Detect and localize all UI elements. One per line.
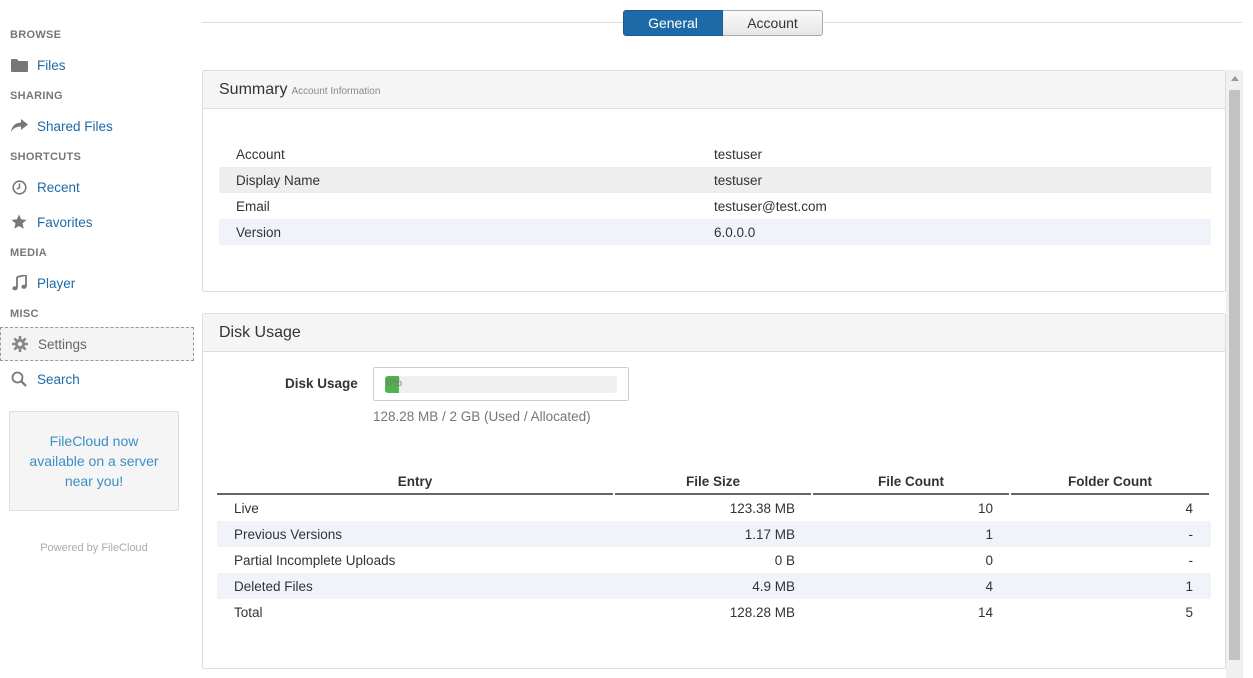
- info-key: Display Name: [236, 172, 321, 188]
- sidebar-item-label: Files: [37, 57, 66, 73]
- cell-file-size: 123.38 MB: [729, 500, 795, 516]
- cell-entry: Deleted Files: [234, 578, 313, 594]
- sidebar-item-label: Favorites: [37, 214, 93, 230]
- sidebar-item-files[interactable]: Files: [10, 51, 190, 79]
- tab-bar: General Account: [623, 10, 823, 36]
- section-browse: BROWSE: [10, 29, 62, 41]
- info-value: 6.0.0.0: [714, 224, 756, 240]
- column-header-folder-count[interactable]: Folder Count: [1011, 469, 1209, 495]
- cell-folder-count: -: [1188, 526, 1194, 542]
- sidebar-item-label: Recent: [37, 179, 80, 195]
- section-media: MEDIA: [10, 247, 47, 259]
- gear-icon: [11, 335, 29, 353]
- column-header-entry[interactable]: Entry: [217, 469, 613, 495]
- disk-usage-header: Disk Usage: [203, 314, 1225, 352]
- cell-folder-count: -: [1188, 552, 1194, 568]
- section-sharing: SHARING: [10, 90, 63, 102]
- info-key: Version: [236, 224, 282, 240]
- sidebar-item-search[interactable]: Search: [10, 365, 190, 393]
- promo-box[interactable]: FileCloud now available on a server near…: [9, 411, 179, 511]
- sidebar-item-label: Settings: [38, 336, 87, 352]
- cell-folder-count: 1: [1185, 578, 1193, 594]
- summary-header: Summary Account Information: [203, 71, 1225, 109]
- sidebar-item-label: Player: [37, 275, 76, 291]
- scrollbar[interactable]: [1226, 70, 1243, 678]
- info-key: Email: [236, 198, 270, 214]
- section-shortcuts: SHORTCUTS: [10, 151, 82, 163]
- disk-usage-panel: Disk Usage Disk Usage 6% 128.28 MB / 2 G…: [202, 313, 1226, 669]
- music-icon: [10, 274, 28, 292]
- cell-file-count: 4: [985, 578, 993, 594]
- sidebar-item-shared-files[interactable]: Shared Files: [10, 112, 190, 140]
- table-row: Deleted Files 4.9 MB 4 1: [217, 573, 1211, 599]
- summary-subtitle: Account Information: [291, 86, 381, 97]
- sidebar-item-favorites[interactable]: Favorites: [10, 208, 190, 236]
- cell-file-count: 0: [985, 552, 993, 568]
- cell-file-size: 4.9 MB: [752, 578, 795, 594]
- sidebar-item-player[interactable]: Player: [10, 269, 190, 297]
- sidebar-item-label: Shared Files: [37, 118, 113, 134]
- column-header-file-size[interactable]: File Size: [615, 469, 811, 495]
- info-row: Account testuser: [219, 141, 1211, 167]
- sidebar-item-label: Search: [37, 371, 80, 387]
- cell-file-count: 14: [977, 604, 993, 620]
- cell-file-count: 1: [985, 526, 993, 542]
- cell-file-count: 10: [977, 500, 993, 516]
- section-misc: MISC: [10, 308, 39, 320]
- share-icon: [10, 117, 28, 135]
- cell-folder-count: 5: [1185, 604, 1193, 620]
- table-row: Previous Versions 1.17 MB 1 -: [217, 521, 1211, 547]
- search-icon: [10, 370, 28, 388]
- summary-title: Summary: [219, 80, 288, 98]
- usage-summary: 128.28 MB / 2 GB (Used / Allocated): [373, 409, 591, 424]
- tab-account[interactable]: Account: [723, 10, 823, 36]
- cell-folder-count: 4: [1185, 500, 1193, 516]
- cell-entry: Total: [234, 604, 263, 620]
- table-row: Total 128.28 MB 14 5: [217, 599, 1211, 625]
- scrollbar-thumb[interactable]: [1229, 90, 1240, 660]
- cell-file-size: 128.28 MB: [729, 604, 795, 620]
- sidebar-item-settings[interactable]: Settings: [0, 327, 194, 361]
- disk-usage-progress: 6%: [373, 367, 629, 401]
- cell-entry: Previous Versions: [234, 526, 343, 542]
- tab-general[interactable]: General: [623, 10, 723, 36]
- disk-usage-table: Entry File Size File Count Folder Count …: [217, 469, 1211, 625]
- table-row: Live 123.38 MB 10 4: [217, 495, 1211, 521]
- column-header-file-count[interactable]: File Count: [813, 469, 1009, 495]
- clock-icon: [10, 178, 28, 196]
- disk-usage-title: Disk Usage: [219, 323, 301, 341]
- progress-track: [385, 376, 617, 393]
- scroll-up-arrow-icon[interactable]: [1226, 70, 1243, 87]
- info-row: Version 6.0.0.0: [219, 219, 1211, 245]
- cell-file-size: 1.17 MB: [744, 526, 795, 542]
- info-value: testuser@test.com: [714, 198, 827, 214]
- folder-icon: [10, 56, 28, 74]
- disk-usage-label: Disk Usage: [285, 376, 358, 391]
- info-value: testuser: [714, 146, 763, 162]
- info-value: testuser: [714, 172, 763, 188]
- summary-panel: Summary Account Information Account test…: [202, 70, 1226, 292]
- star-icon: [10, 213, 28, 231]
- cell-file-size: 0 B: [774, 552, 795, 568]
- progress-percent: 6%: [386, 377, 402, 389]
- info-row: Email testuser@test.com: [219, 193, 1211, 219]
- cell-entry: Live: [234, 500, 259, 516]
- sidebar-item-recent[interactable]: Recent: [10, 173, 190, 201]
- sidebar: BROWSE Files SHARING Shared Files SHORTC…: [0, 0, 200, 678]
- table-header: Entry File Size File Count Folder Count: [217, 469, 1211, 495]
- info-key: Account: [236, 146, 285, 162]
- powered-by: Powered by FileCloud: [40, 542, 148, 554]
- info-row: Display Name testuser: [219, 167, 1211, 193]
- account-info-table: Account testuser Display Name testuser E…: [219, 141, 1211, 245]
- table-row: Partial Incomplete Uploads 0 B 0 -: [217, 547, 1211, 573]
- cell-entry: Partial Incomplete Uploads: [234, 552, 396, 568]
